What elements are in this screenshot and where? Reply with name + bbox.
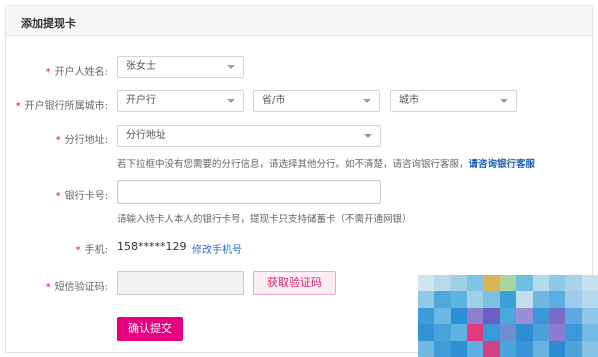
mosaic-cell: [499, 275, 517, 292]
province-select[interactable]: 省/市: [253, 90, 380, 112]
chevron-down-icon: [363, 99, 371, 103]
mosaic-cell: [516, 324, 533, 341]
mosaic-cell: [467, 275, 484, 292]
mosaic-cell: [450, 324, 468, 341]
mosaic-cell: [467, 340, 484, 357]
mosaic-cell: [532, 307, 549, 325]
get-code-button[interactable]: 获取验证码: [253, 271, 336, 295]
mosaic-cell: [516, 340, 533, 357]
mosaic-cell: [418, 340, 435, 357]
mosaic-cell: [450, 291, 468, 308]
mosaic-cell: [581, 340, 598, 357]
mosaic-cell: [418, 307, 435, 325]
mosaic-cell: [483, 275, 500, 292]
mosaic-cell: [532, 324, 549, 341]
mosaic-cell: [483, 291, 500, 308]
mosaic-cell: [434, 307, 451, 325]
phone-number: 158*****129: [117, 240, 187, 253]
mosaic-cell: [548, 307, 566, 325]
submit-button[interactable]: 确认提交: [117, 317, 183, 341]
mosaic-cell: [532, 275, 549, 292]
panel-title: 添加提现卡: [21, 17, 76, 30]
chevron-down-icon: [227, 65, 235, 69]
mosaic-cell: [483, 340, 500, 357]
card-number-input[interactable]: [117, 180, 381, 204]
mosaic-cell: [548, 275, 566, 292]
sms-code-input[interactable]: [117, 271, 244, 295]
mosaic-cell: [581, 275, 598, 292]
panel-header: 添加提现卡: [6, 6, 592, 36]
pixelated-watermark: [418, 275, 598, 357]
mosaic-cell: [450, 340, 468, 357]
mosaic-cell: [450, 275, 468, 292]
mosaic-cell: [483, 307, 500, 325]
city-select[interactable]: 城市: [390, 90, 517, 112]
mosaic-cell: [499, 307, 517, 325]
mosaic-cell: [418, 275, 435, 292]
mosaic-cell: [565, 291, 582, 308]
mosaic-cell: [548, 291, 566, 308]
branch-hint: 若下拉框中没有您需要的分行信息，请选择其他分行。如不清楚，请咨询银行客服，请咨询…: [117, 159, 536, 170]
account-name-label: * 开户人姓名:: [45, 67, 108, 78]
mosaic-cell: [467, 291, 484, 308]
branch-label: * 分行地址:: [55, 135, 108, 146]
chevron-down-icon: [364, 134, 372, 138]
mosaic-cell: [434, 291, 451, 308]
mosaic-cell: [548, 324, 566, 341]
mosaic-cell: [499, 324, 517, 341]
mosaic-cell: [565, 324, 582, 341]
mosaic-cell: [434, 340, 451, 357]
mosaic-cell: [532, 340, 549, 357]
bank-select[interactable]: 开户行: [117, 90, 244, 112]
mosaic-cell: [467, 324, 484, 341]
mosaic-cell: [450, 307, 468, 325]
bank-service-link[interactable]: 请咨询银行客服: [469, 159, 536, 170]
card-number-label: * 银行卡号:: [55, 191, 108, 202]
mosaic-cell: [565, 275, 582, 292]
mosaic-cell: [581, 307, 598, 325]
change-phone-link[interactable]: 修改手机号: [192, 241, 242, 256]
mosaic-cell: [434, 275, 451, 292]
account-name-select[interactable]: 张女士: [117, 56, 244, 78]
mosaic-cell: [516, 291, 533, 308]
bank-city-label: * 开户银行所属城市:: [15, 101, 108, 112]
mosaic-cell: [434, 324, 451, 341]
chevron-down-icon: [500, 99, 508, 103]
mosaic-cell: [418, 324, 435, 341]
chevron-down-icon: [227, 99, 235, 103]
mosaic-cell: [581, 324, 598, 341]
mosaic-cell: [581, 291, 598, 308]
branch-select[interactable]: 分行地址: [117, 125, 381, 147]
card-number-hint: 请输入持卡人本人的银行卡号，提现卡只支持储蓄卡（不需开通网银）: [117, 214, 412, 225]
mosaic-cell: [467, 307, 484, 325]
mosaic-cell: [548, 340, 566, 357]
mosaic-cell: [418, 291, 435, 308]
mosaic-cell: [499, 340, 517, 357]
mosaic-cell: [483, 324, 500, 341]
phone-label: * 手机:: [75, 245, 108, 256]
mosaic-cell: [516, 307, 533, 325]
mosaic-cell: [565, 307, 582, 325]
mosaic-cell: [565, 340, 582, 357]
sms-code-label: * 短信验证码:: [45, 282, 108, 293]
mosaic-cell: [499, 291, 517, 308]
mosaic-cell: [516, 275, 533, 292]
mosaic-cell: [532, 291, 549, 308]
